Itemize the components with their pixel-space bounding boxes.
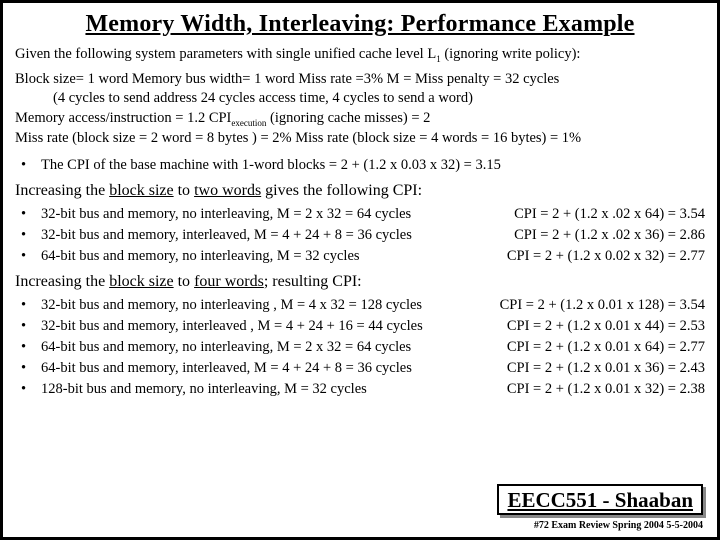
item-right: CPI = 2 + (1.2 x 0.01 x 44) = 2.53 [499,316,705,337]
list-item: • 128-bit bus and memory, no interleavin… [21,379,705,400]
item-left: 32-bit bus and memory, no interleaving, … [41,204,506,225]
s2e: gives the following CPI: [261,182,422,199]
bullet-dot: • [21,204,41,225]
s2a: Increasing the [15,182,109,199]
slide-frame: Memory Width, Interleaving: Performance … [0,0,720,540]
section-two-words: Increasing the block size to two words g… [15,182,705,200]
item-right: CPI = 2 + (1.2 x 0.01 x 64) = 2.77 [499,337,705,358]
four-words-list: • 32-bit bus and memory, no interleaving… [21,295,705,400]
list-item: • 64-bit bus and memory, no interleaving… [21,337,705,358]
base-cpi-row: • The CPI of the base machine with 1-wor… [21,157,705,174]
bullet-dot: • [21,379,41,400]
intro-line: Given the following system parameters wi… [15,46,705,64]
item-left: 32-bit bus and memory, no interleaving ,… [41,295,492,316]
bullet-dot: • [21,225,41,246]
item-right: CPI = 2 + (1.2 x 0.01 x 128) = 3.54 [492,295,705,316]
params-line1b: (4 cycles to send address 24 cycles acce… [15,89,705,109]
s4e: ; resulting CPI: [264,273,362,290]
bullet-dot: • [21,316,41,337]
s2c: to [174,182,194,199]
params-block: Block size= 1 word Memory bus width= 1 w… [15,70,705,149]
item-left: 64-bit bus and memory, interleaved, M = … [41,358,499,379]
section-four-words: Increasing the block size to four words;… [15,273,705,291]
s4d: four words [194,273,264,290]
bullet-dot: • [21,295,41,316]
bullet-dot: • [21,337,41,358]
params-line1: Block size= 1 word Memory bus width= 1 w… [15,70,705,90]
s4b: block size [109,273,173,290]
item-right: CPI = 2 + (1.2 x .02 x 64) = 3.54 [506,204,705,225]
params-l2sub: execution [231,118,266,128]
item-left: 128-bit bus and memory, no interleaving,… [41,379,499,400]
slide-title: Memory Width, Interleaving: Performance … [13,11,707,38]
item-right: CPI = 2 + (1.2 x 0.02 x 32) = 2.77 [499,246,705,267]
s2b: block size [109,182,173,199]
params-line2: Memory access/instruction = 1.2 CPIexecu… [15,109,705,129]
params-line3: Miss rate (block size = 2 word = 8 bytes… [15,129,705,149]
base-cpi-text: The CPI of the base machine with 1-word … [41,157,501,174]
list-item: • 32-bit bus and memory, interleaved, M … [21,225,705,246]
bullet-dot: • [21,246,41,267]
params-l2a: Memory access/instruction = 1.2 CPI [15,110,231,126]
footer-course-box: EECC551 - Shaaban [497,484,703,515]
bullet-dot: • [21,157,41,174]
item-right: CPI = 2 + (1.2 x .02 x 36) = 2.86 [506,225,705,246]
footer-slide-info: #72 Exam Review Spring 2004 5-5-2004 [534,520,703,531]
s4a: Increasing the [15,273,109,290]
item-left: 64-bit bus and memory, no interleaving, … [41,337,499,358]
s2d: two words [194,182,261,199]
list-item: • 32-bit bus and memory, no interleaving… [21,295,705,316]
two-words-list: • 32-bit bus and memory, no interleaving… [21,204,705,267]
list-item: • 32-bit bus and memory, no interleaving… [21,204,705,225]
item-left: 64-bit bus and memory, no interleaving, … [41,246,499,267]
list-item: • 64-bit bus and memory, interleaved, M … [21,358,705,379]
intro-pre: Given the following system parameters wi… [15,46,436,62]
item-left: 32-bit bus and memory, interleaved , M =… [41,316,499,337]
bullet-dot: • [21,358,41,379]
list-item: • 64-bit bus and memory, no interleaving… [21,246,705,267]
intro-post: (ignoring write policy): [441,46,581,62]
item-left: 32-bit bus and memory, interleaved, M = … [41,225,506,246]
item-right: CPI = 2 + (1.2 x 0.01 x 32) = 2.38 [499,379,705,400]
list-item: • 32-bit bus and memory, interleaved , M… [21,316,705,337]
params-l2b: (ignoring cache misses) = 2 [266,110,430,126]
item-right: CPI = 2 + (1.2 x 0.01 x 36) = 2.43 [499,358,705,379]
s4c: to [174,273,194,290]
